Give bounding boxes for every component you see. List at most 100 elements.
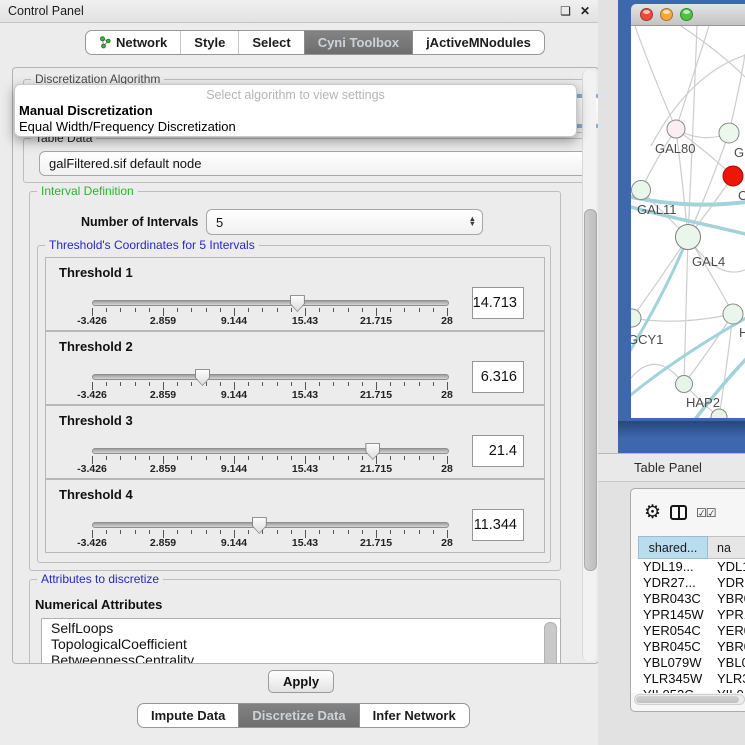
cell-name: YDR2 <box>705 575 745 591</box>
threshold-slider-track[interactable] <box>92 300 449 306</box>
float-window-icon[interactable]: ❏ <box>560 4 571 18</box>
table-row[interactable]: YIL052CYIL0 <box>631 687 745 693</box>
network-canvas[interactable]: GAL80G.CGAL11GAL4GCY1HHAP2 <box>631 26 745 418</box>
table-data-combobox[interactable]: galFiltered.sif default node ▲▼ <box>39 151 596 176</box>
table-row[interactable]: YBL079WYBL0 <box>631 655 745 671</box>
table-row[interactable]: YLR345WYLR3 <box>631 671 745 687</box>
apply-button[interactable]: Apply <box>268 670 334 693</box>
table-row[interactable]: YDL19...YDL1 <box>631 559 745 575</box>
tab-label: Cyni Toolbox <box>318 35 399 50</box>
tick-mark <box>206 530 207 534</box>
network-node-g-partial[interactable] <box>719 123 739 143</box>
bottom-tab-discretize-data[interactable]: Discretize Data <box>238 704 358 727</box>
list-scrollbar-thumb[interactable] <box>544 622 557 664</box>
tab-style[interactable]: Style <box>180 31 238 54</box>
control-panel: Control Panel ❏ ✕ NetworkStyle Select Cyni… <box>0 0 599 745</box>
threshold-slider-handle[interactable] <box>252 516 267 534</box>
tick-mark <box>106 382 107 386</box>
table-row[interactable]: YDR27...YDR2 <box>631 575 745 591</box>
tick-label: 21.715 <box>360 315 392 327</box>
close-icon[interactable]: ✕ <box>580 4 590 18</box>
tick-mark <box>348 530 349 534</box>
tick-mark <box>291 308 292 312</box>
tick-mark <box>191 308 192 312</box>
control-panel-titlebar: Control Panel ❏ ✕ <box>0 0 598 23</box>
num-intervals-combobox[interactable]: 5 ▲▼ <box>206 209 483 235</box>
bottom-tab-infer-network[interactable]: Infer Network <box>359 704 469 727</box>
attribute-list-item[interactable]: SelfLoops <box>42 621 560 637</box>
tab-jactivemnodules[interactable]: jActiveMNodules <box>412 31 544 54</box>
threshold-value-field[interactable]: 6.316 <box>472 361 524 393</box>
table-row[interactable]: YER054CYER0 <box>631 623 745 639</box>
network-node-gal11[interactable] <box>632 181 651 200</box>
tick-mark <box>404 308 405 312</box>
tab-select[interactable]: Select <box>238 31 303 54</box>
dropdown-option-manual-discretization[interactable]: Manual Discretization <box>15 103 576 119</box>
column-header-name[interactable]: na <box>708 536 745 559</box>
tick-mark <box>419 456 420 460</box>
tick-mark <box>206 382 207 386</box>
table-row[interactable]: YPR145WYPR1 <box>631 607 745 623</box>
threshold-value-field[interactable]: 21.4 <box>472 435 524 467</box>
attribute-list-item[interactable]: BetweennessCentrality <box>42 653 560 664</box>
select-columns-checkboxes-icon[interactable]: ☑☑ <box>696 506 716 520</box>
tick-mark <box>319 530 320 534</box>
bottom-tab-impute-data[interactable]: Impute Data <box>138 704 238 727</box>
table-hscrollbar-track[interactable] <box>634 694 745 705</box>
gear-icon[interactable]: ⚙ <box>644 503 661 522</box>
network-node-h-partial[interactable] <box>723 304 743 324</box>
network-edge <box>681 26 745 81</box>
tick-mark <box>419 530 420 534</box>
network-window-titlebar <box>631 4 745 26</box>
tick-mark <box>319 308 320 312</box>
network-node-bottom-node[interactable] <box>711 409 727 418</box>
table-row[interactable]: YBR045CYBR0 <box>631 639 745 655</box>
control-panel-tabs: NetworkStyle Select Cyni Toolbox jActiveMNo… <box>85 30 545 55</box>
tick-mark <box>319 382 320 386</box>
tab-cyni-toolbox[interactable]: Cyni Toolbox <box>304 31 412 54</box>
threshold-slider-handle[interactable] <box>365 442 380 460</box>
interval-definition-title: Interval Definition <box>37 184 138 198</box>
column-header-shared-name[interactable]: shared... <box>638 536 708 559</box>
dropdown-option-equal-width-frequency[interactable]: Equal Width/Frequency Discretization <box>15 119 576 135</box>
tick-mark <box>106 308 107 312</box>
threshold-slider-handle[interactable] <box>195 368 210 386</box>
network-node-hap2[interactable] <box>676 376 693 393</box>
tick-label: -3.426 <box>77 389 107 401</box>
table-row[interactable]: YBR043CYBR0 <box>631 591 745 607</box>
attribute-list-item[interactable]: TopologicalCoefficient <box>42 637 560 653</box>
network-node-label-gcy1: GCY1 <box>631 332 663 347</box>
tick-mark <box>390 456 391 460</box>
cell-shared-name: YER054C <box>631 623 705 639</box>
network-node-gcy1[interactable] <box>631 309 641 327</box>
columns-icon[interactable] <box>670 505 687 520</box>
numerical-attributes-list[interactable]: SelfLoopsTopologicalCoefficientBetweenne… <box>41 618 561 664</box>
network-node-gal80[interactable] <box>667 120 685 138</box>
table-data-value: galFiltered.sif default node <box>49 156 201 171</box>
tick-mark <box>135 456 136 460</box>
tab-label: Select <box>252 35 290 50</box>
algorithm-dropdown-popup: Select algorithm to view settings Manual… <box>14 84 577 137</box>
threshold-slider-track[interactable] <box>92 448 449 454</box>
network-edge <box>635 26 676 129</box>
close-traffic-light[interactable] <box>640 8 653 21</box>
network-node-red-node[interactable] <box>723 166 743 186</box>
table-header-row: shared... na <box>631 536 745 559</box>
tick-mark <box>220 530 221 534</box>
zoom-traffic-light[interactable] <box>680 8 693 21</box>
threshold-slider-handle[interactable] <box>290 294 305 312</box>
panel-scrollbar-track[interactable] <box>582 70 596 661</box>
table-hscrollbar-thumb[interactable] <box>636 696 739 703</box>
minimize-traffic-light[interactable] <box>660 8 673 21</box>
network-view-frame: GAL80G.CGAL11GAL4GCY1HHAP2 <box>618 0 745 453</box>
threshold-value-field[interactable]: 11.344 <box>472 509 524 541</box>
cell-name: YBL0 <box>705 655 745 671</box>
network-node-gal4[interactable] <box>676 225 701 250</box>
threshold-value-field[interactable]: 14.713 <box>472 287 524 319</box>
tick-mark <box>419 382 420 386</box>
tab-network[interactable]: Network <box>86 31 180 54</box>
threshold-slider-track[interactable] <box>92 522 449 528</box>
cell-name: YLR3 <box>705 671 745 687</box>
threshold-slider-track[interactable] <box>92 374 449 380</box>
panel-scrollbar-thumb[interactable] <box>584 209 597 571</box>
